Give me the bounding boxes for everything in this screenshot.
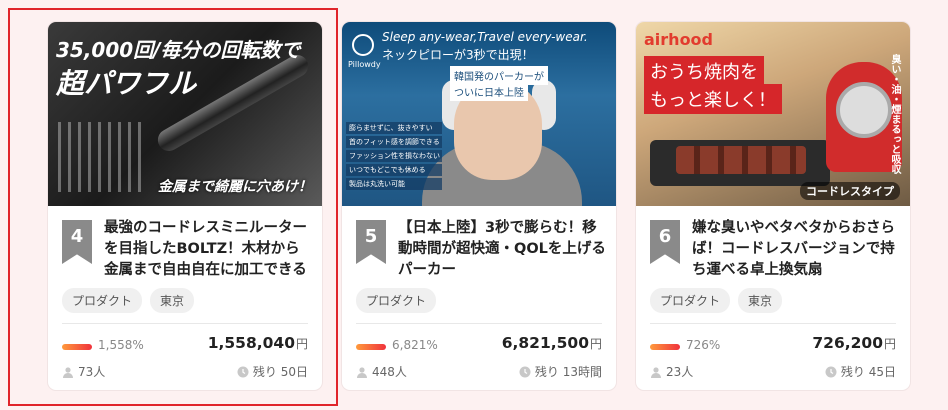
funding-amount: 6,821,500円 xyxy=(502,334,602,352)
divider xyxy=(650,323,896,324)
feature-list: 膨らませずに、抜きやすい 首のフィット感を調節できる ファッション性を損なわない… xyxy=(346,122,442,192)
feature-item: いつでもどこでも休める xyxy=(346,164,442,176)
progress-bar xyxy=(62,344,92,350)
tag-category[interactable]: プロダクト xyxy=(650,288,731,313)
currency-label: 円 xyxy=(295,337,308,351)
image-caption: 金属まで綺麗に穴あけ！ xyxy=(158,179,312,195)
image-headline: おうち焼肉を xyxy=(644,56,764,86)
image-subheadline: もっと楽しく！ xyxy=(644,84,782,114)
divider xyxy=(62,323,308,324)
rank-badge: 4 xyxy=(62,220,92,264)
project-title[interactable]: 嫌な臭いやベタベタからおさらば！コードレスバージョンで持ち運べる卓上換気扇 xyxy=(692,218,902,281)
project-card[interactable]: Pillowdy Sleep any-wear,Travel every-wea… xyxy=(342,22,616,390)
project-card[interactable]: 35,000回/毎分の回転数で 超パワフル 金属まで綺麗に穴あけ！ 4 最強のコ… xyxy=(48,22,322,390)
fan-grille-graphic xyxy=(836,82,892,138)
time-remaining: 残り 13時間 xyxy=(519,363,602,380)
progress-percent: 6,821% xyxy=(392,338,438,352)
person-icon xyxy=(63,366,73,378)
feature-item: 製品は丸洗い可能 xyxy=(346,178,442,190)
tag-list: プロダクト 東京 xyxy=(650,288,783,313)
currency-label: 円 xyxy=(883,337,896,351)
project-image[interactable]: Pillowdy Sleep any-wear,Travel every-wea… xyxy=(342,22,616,206)
supporter-count: 448人 xyxy=(356,363,407,380)
feature-item: ファッション性を損なわない xyxy=(346,150,442,162)
amount-value: 1,558,040 xyxy=(207,334,295,352)
supporter-count-value: 448人 xyxy=(372,365,407,379)
clock-icon xyxy=(825,366,837,377)
feature-item: 膨らませずに、抜きやすい xyxy=(346,122,442,134)
supporter-count-value: 23人 xyxy=(666,365,694,379)
image-headline: 35,000回/毎分の回転数で xyxy=(56,38,301,62)
person-icon xyxy=(651,366,661,378)
funding-amount: 726,200円 xyxy=(812,334,896,352)
progress-percent: 1,558% xyxy=(98,338,144,352)
clock-icon xyxy=(519,366,531,377)
funding-amount: 1,558,040円 xyxy=(208,334,308,352)
brand-name: airhood xyxy=(644,30,713,49)
supporter-count: 23人 xyxy=(650,363,693,380)
tag-location[interactable]: 東京 xyxy=(150,288,195,313)
time-remaining: 残り 50日 xyxy=(237,363,308,380)
tag-location[interactable]: 東京 xyxy=(738,288,783,313)
project-image[interactable]: 35,000回/毎分の回転数で 超パワフル 金属まで綺麗に穴あけ！ xyxy=(48,22,322,206)
brand-name: Pillowdy xyxy=(348,60,381,69)
time-remaining-value: 残り 50日 xyxy=(252,365,308,379)
time-remaining-value: 残り 45日 xyxy=(840,365,896,379)
project-image[interactable]: airhood おうち焼肉を もっと楽しく！ 臭い・油・煙まるっと吸収 コードレ… xyxy=(636,22,910,206)
drill-bits-graphic xyxy=(58,122,148,192)
feature-item: 首のフィット感を調節できる xyxy=(346,136,442,148)
rank-badge: 5 xyxy=(356,220,386,264)
time-remaining-value: 残り 13時間 xyxy=(534,365,602,379)
tag-category[interactable]: プロダクト xyxy=(356,288,437,313)
person-icon xyxy=(357,366,367,378)
progress-bar xyxy=(650,344,680,350)
time-remaining: 残り 45日 xyxy=(825,363,896,380)
meat-graphic xyxy=(676,146,806,174)
supporter-count-value: 73人 xyxy=(78,365,106,379)
project-title[interactable]: 【日本上陸】3秒で膨らむ！移動時間が超快適・QOLを上げるパーカー xyxy=(398,218,608,281)
project-title[interactable]: 最強のコードレスミニルーターを目指したBOLTZ！木材から金属まで自由自在に加工… xyxy=(104,218,314,281)
image-subheadline: ネックピローが3秒で出現！ xyxy=(382,48,534,62)
clock-icon xyxy=(237,366,249,377)
image-side-text: 臭い・油・煙まるっと吸収 xyxy=(889,54,900,174)
project-card[interactable]: airhood おうち焼肉を もっと楽しく！ 臭い・油・煙まるっと吸収 コードレ… xyxy=(636,22,910,390)
tag-list: プロダクト xyxy=(356,288,437,313)
currency-label: 円 xyxy=(589,337,602,351)
divider xyxy=(356,323,602,324)
amount-value: 6,821,500 xyxy=(501,334,589,352)
image-caption: コードレスタイプ xyxy=(800,182,900,200)
image-headline: Sleep any-wear,Travel every-wear. xyxy=(382,30,588,44)
brand-logo-icon xyxy=(352,34,374,56)
tag-category[interactable]: プロダクト xyxy=(62,288,143,313)
tag-list: プロダクト 東京 xyxy=(62,288,195,313)
image-subheadline: 超パワフル xyxy=(56,67,197,100)
progress-percent: 726% xyxy=(686,338,721,352)
progress-bar xyxy=(356,344,386,350)
amount-value: 726,200 xyxy=(812,334,883,352)
supporter-count: 73人 xyxy=(62,363,105,380)
rank-badge: 6 xyxy=(650,220,680,264)
image-badge: ついに日本上陸 xyxy=(450,82,528,101)
